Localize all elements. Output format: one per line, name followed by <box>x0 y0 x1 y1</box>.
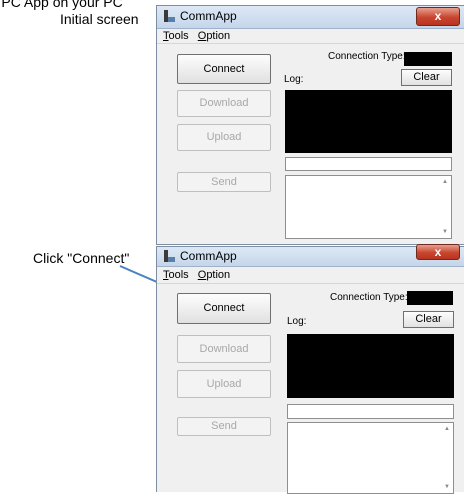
title-bar[interactable]: CommApp x <box>157 244 464 267</box>
close-icon: x <box>434 245 442 259</box>
connect-button[interactable]: Connect <box>177 54 271 84</box>
menu-tools-rest: ools <box>168 269 189 281</box>
clear-button[interactable]: Clear <box>403 311 454 328</box>
menu-tools-rest: ools <box>168 30 189 42</box>
upload-button[interactable]: Upload <box>177 370 271 398</box>
send-button[interactable]: Send <box>177 172 271 192</box>
clear-button[interactable]: Clear <box>401 69 452 86</box>
received-text-area[interactable]: ▲ ▼ <box>287 422 454 494</box>
connect-button[interactable]: Connect <box>177 293 271 324</box>
menu-option-rest: ption <box>206 269 231 281</box>
commapp-window-initial: CommApp x Tools Option Connect Download … <box>156 5 464 245</box>
log-label: Log: <box>284 74 304 85</box>
close-button[interactable]: x <box>416 244 460 260</box>
menu-bar: Tools Option <box>157 267 464 284</box>
scroll-down-icon[interactable]: ▼ <box>444 484 450 490</box>
connection-type-display <box>407 291 453 305</box>
title-bar[interactable]: CommApp x <box>157 6 464 29</box>
scroll-up-icon[interactable]: ▲ <box>444 426 450 432</box>
close-icon: x <box>434 9 442 23</box>
menu-option[interactable]: Option <box>198 267 230 283</box>
menu-option[interactable]: Option <box>198 29 230 43</box>
menu-option-rest: ption <box>206 30 231 42</box>
log-display <box>285 90 452 153</box>
menu-tools[interactable]: Tools <box>163 29 189 43</box>
commapp-window-connect: CommApp x Tools Option Connect Download … <box>156 244 464 494</box>
scroll-down-icon[interactable]: ▼ <box>442 229 448 235</box>
close-button[interactable]: x <box>416 7 460 26</box>
connection-type-label: Connection Type: <box>328 51 406 62</box>
window-title: CommApp <box>180 249 237 263</box>
log-label: Log: <box>287 316 307 327</box>
received-text-area[interactable]: ▲ ▼ <box>285 175 452 239</box>
connection-type-display <box>404 52 452 66</box>
upload-button[interactable]: Upload <box>177 124 271 151</box>
app-window-icon <box>164 10 175 22</box>
send-input[interactable] <box>285 157 452 171</box>
scroll-up-icon[interactable]: ▲ <box>442 179 448 185</box>
download-button[interactable]: Download <box>177 335 271 363</box>
menu-tools[interactable]: Tools <box>163 267 189 283</box>
send-button[interactable]: Send <box>177 417 271 436</box>
download-button[interactable]: Download <box>177 90 271 117</box>
log-display <box>287 334 454 398</box>
connection-type-label: Connection Type: <box>330 292 408 303</box>
window-title: CommApp <box>180 9 237 23</box>
menu-bar: Tools Option <box>157 29 464 44</box>
app-window-icon <box>164 250 175 262</box>
send-input[interactable] <box>287 404 454 419</box>
